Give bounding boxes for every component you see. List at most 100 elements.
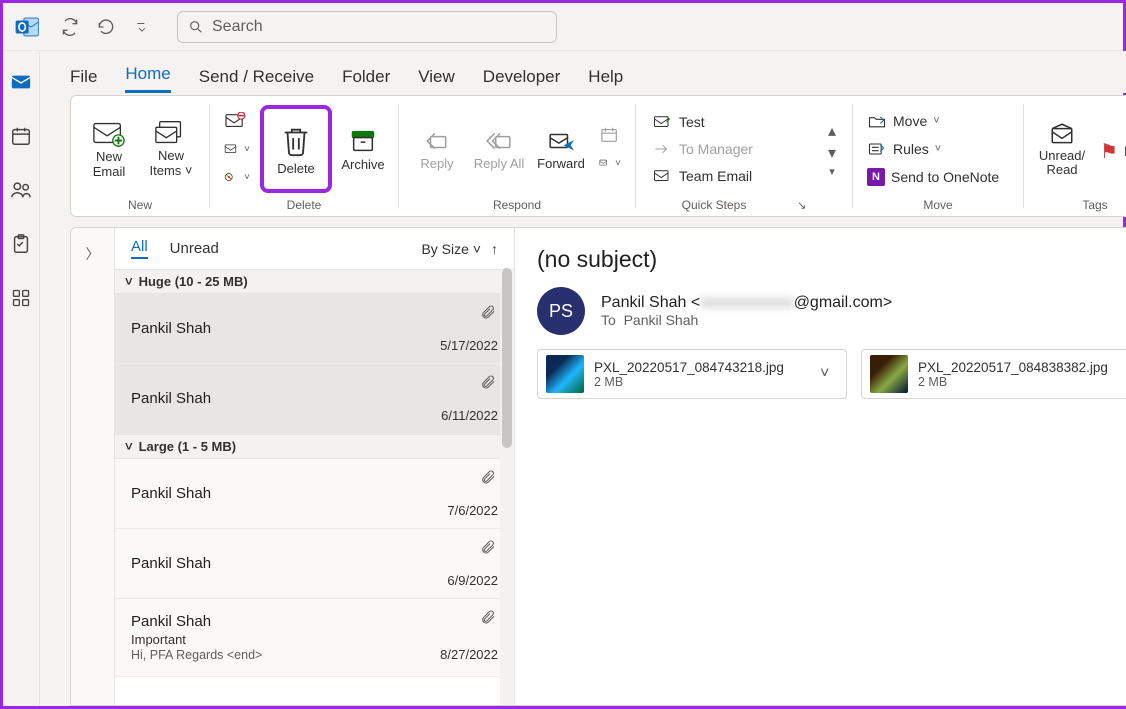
quicksteps-overflow-icon[interactable]: ▾ <box>829 165 835 178</box>
chevron-down-icon: ˅ <box>933 115 939 127</box>
message-item[interactable]: Pankil Shah Important Hi, PFA Regards <e… <box>115 599 514 677</box>
chevron-down-icon: ˅ <box>185 163 193 178</box>
scrollbar[interactable] <box>500 268 514 705</box>
nav-todo[interactable] <box>3 229 39 259</box>
search-placeholder: Search <box>212 18 263 36</box>
redacted-text: xxxxxxxxxxx <box>700 294 794 311</box>
attachment-icon <box>480 609 496 629</box>
reading-pane: (no subject) PS Pankil Shah <xxxxxxxxxxx… <box>515 228 1126 705</box>
ribbon-group-respond: Reply Reply All Forward ˅ Respond <box>399 96 635 216</box>
email-subject: (no subject) <box>537 246 1126 273</box>
quicksteps-launcher-icon[interactable]: ↘ <box>786 199 806 212</box>
avatar: PS <box>537 287 585 335</box>
new-items-button[interactable]: New Items ˅ <box>143 106 199 192</box>
group-header[interactable]: ˅Huge (10 - 25 MB) <box>115 269 514 294</box>
nav-more-apps[interactable] <box>3 283 39 313</box>
undo-button[interactable] <box>89 10 123 44</box>
delete-button[interactable]: Delete <box>266 111 326 187</box>
quickstep-test[interactable]: Test <box>646 109 816 136</box>
ribbon-group-quick-steps: Test To Manager Team Email ▴ ▾ ▾ Quick S… <box>636 96 852 216</box>
ribbon-tabs: File Home Send / Receive Folder View Dev… <box>40 51 1126 93</box>
from-line: Pankil Shah <xxxxxxxxxxx@gmail.com> <box>601 294 892 312</box>
sort-button[interactable]: By Size ˅ <box>421 241 481 257</box>
filter-unread[interactable]: Unread <box>170 240 219 257</box>
chevron-down-icon: ˅ <box>244 172 250 183</box>
attachment-chip[interactable]: PXL_20220517_084838382.jpg2 MB <box>861 349 1126 399</box>
nav-calendar[interactable] <box>3 121 39 151</box>
reply-button[interactable]: Reply <box>409 106 465 192</box>
tab-send-receive[interactable]: Send / Receive <box>199 67 314 93</box>
onenote-icon: N <box>867 168 885 186</box>
ribbon-group-move: Move ˅ Rules ˅ NSend to OneNote Move <box>853 96 1023 216</box>
tab-home[interactable]: Home <box>125 64 170 93</box>
ribbon-group-label: Move <box>923 198 952 214</box>
scroll-thumb[interactable] <box>502 268 512 448</box>
rules-button[interactable]: Rules ˅ <box>863 136 1013 162</box>
attachment-icon <box>480 374 496 394</box>
flag-icon: ⚑ <box>1100 139 1118 164</box>
nav-people[interactable] <box>3 175 39 205</box>
ignore-button[interactable] <box>220 108 254 134</box>
expand-folder-pane-button[interactable]: 〉 <box>86 244 100 264</box>
unread-read-button[interactable]: Unread/ Read <box>1034 106 1090 192</box>
forward-button[interactable]: Forward <box>533 106 589 192</box>
attachment-thumbnail <box>546 355 584 393</box>
chevron-down-icon: ˅ <box>244 144 250 155</box>
titlebar: Search <box>3 3 1123 51</box>
message-item[interactable]: Pankil Shah 5/17/2022 <box>115 294 514 364</box>
follow-up-button[interactable]: ⚑Follo <box>1096 138 1126 164</box>
tab-developer[interactable]: Developer <box>483 67 561 93</box>
attachment-icon <box>480 304 496 324</box>
ribbon-group-tags: Unread/ Read ⚑Follo Tags <box>1024 96 1126 216</box>
tab-folder[interactable]: Folder <box>342 67 390 93</box>
quicksteps-up-icon[interactable]: ▴ <box>828 121 836 141</box>
quickstep-team-email[interactable]: Team Email <box>646 163 816 190</box>
ribbon: New Email New Items ˅ New ˅ ˅ <box>70 95 1126 217</box>
sync-button[interactable] <box>53 10 87 44</box>
ribbon-group-label: Quick Steps <box>682 198 747 212</box>
nav-mail[interactable] <box>3 67 39 97</box>
reply-all-button[interactable]: Reply All <box>471 106 527 192</box>
attachment-icon <box>480 539 496 559</box>
junk-button[interactable]: ˅ <box>220 164 254 190</box>
quicksteps-down-icon[interactable]: ▾ <box>828 143 836 163</box>
tab-view[interactable]: View <box>418 67 455 93</box>
ribbon-group-label: New <box>128 198 152 214</box>
ribbon-group-delete: ˅ ˅ Delete Archive Delete <box>210 96 398 216</box>
app-nav-rail <box>3 51 40 706</box>
search-input[interactable]: Search <box>177 11 557 43</box>
message-item[interactable]: Pankil Shah 6/11/2022 <box>115 364 514 434</box>
sort-direction-button[interactable]: ↑ <box>491 241 498 257</box>
chevron-down-icon[interactable]: ˅ <box>820 365 838 383</box>
archive-button[interactable]: Archive <box>338 106 388 192</box>
new-email-button[interactable]: New Email <box>81 106 137 192</box>
filter-all[interactable]: All <box>131 238 148 259</box>
tab-help[interactable]: Help <box>588 67 623 93</box>
message-item[interactable]: Pankil Shah 7/6/2022 <box>115 459 514 529</box>
qat-overflow-button[interactable] <box>125 10 159 44</box>
quick-access-toolbar <box>53 10 159 44</box>
ribbon-group-new: New Email New Items ˅ New <box>71 96 209 216</box>
group-header[interactable]: ˅Large (1 - 5 MB) <box>115 434 514 459</box>
attachment-thumbnail <box>870 355 908 393</box>
chevron-down-icon: ˅ <box>125 274 133 289</box>
meeting-button[interactable] <box>595 122 625 148</box>
chevron-down-icon: ˅ <box>615 158 621 169</box>
to-line: To Pankil Shah <box>601 312 892 328</box>
send-to-onenote-button[interactable]: NSend to OneNote <box>863 164 1013 190</box>
ribbon-group-label: Tags <box>1082 198 1107 214</box>
more-respond-button[interactable]: ˅ <box>595 150 625 176</box>
attachment-chip[interactable]: PXL_20220517_084743218.jpg2 MB ˅ <box>537 349 847 399</box>
cleanup-button[interactable]: ˅ <box>220 136 254 162</box>
outlook-app-icon <box>9 9 45 45</box>
folder-pane-collapsed: 〉 <box>71 228 115 705</box>
chevron-down-icon: ˅ <box>125 439 133 454</box>
move-button[interactable]: Move ˅ <box>863 108 1013 134</box>
message-item[interactable]: Pankil Shah 6/9/2022 <box>115 529 514 599</box>
attachment-icon <box>480 469 496 489</box>
quickstep-to-manager[interactable]: To Manager <box>646 136 816 163</box>
tab-file[interactable]: File <box>70 67 97 93</box>
chevron-down-icon: ˅ <box>473 241 481 257</box>
delete-button-highlight: Delete <box>260 105 332 193</box>
message-list: All Unread By Size ˅ ↑ ˅Huge (10 - 25 MB… <box>115 228 515 705</box>
